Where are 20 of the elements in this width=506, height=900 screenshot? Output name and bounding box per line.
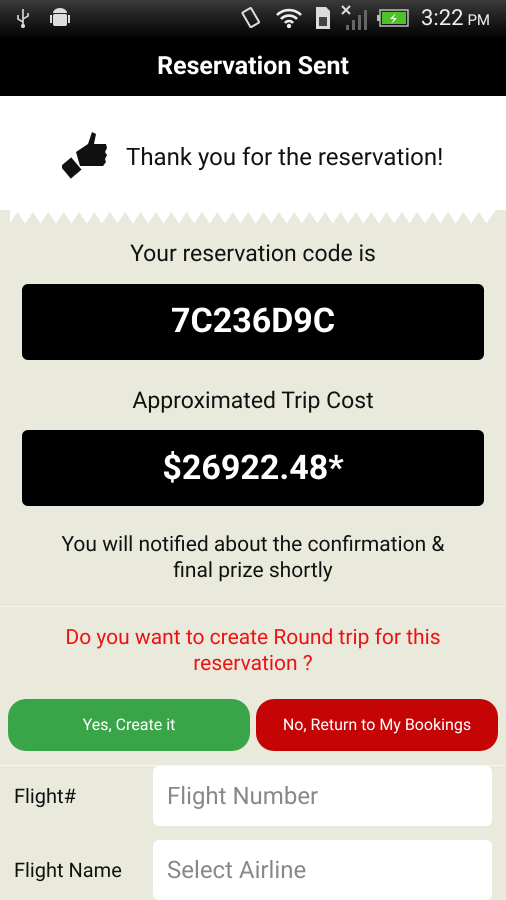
cancel-button[interactable]: No, Return to My Bookings <box>256 699 498 752</box>
input-field[interactable]: Select Airline <box>153 840 492 900</box>
confirm-button[interactable]: Yes, Create it <box>8 699 250 752</box>
input-field[interactable]: Flight Number <box>153 766 492 826</box>
notice-text: You will notified about the confirmation & final prize shortly <box>60 532 446 584</box>
page-title: Reservation Sent <box>157 50 349 83</box>
field-label: Flight# <box>14 782 77 810</box>
trip-cost: $26922.48* <box>22 430 484 506</box>
clock-period: PM <box>467 10 490 31</box>
reservation-code: 7C236D9C <box>22 284 484 360</box>
battery-icon <box>377 9 410 28</box>
no-signal-icon <box>341 5 370 32</box>
usb-icon <box>16 8 30 28</box>
cost-label: Approximated Trip Cost <box>132 386 374 416</box>
round-trip-question: Do you want to create Round trip for this reservation ? <box>64 625 442 678</box>
wifi-icon <box>275 7 304 30</box>
field-label: Flight Name <box>14 856 123 884</box>
clock-time: 3:22 <box>421 4 464 33</box>
thanks-message: Thank you for the reservation! <box>126 142 444 173</box>
code-label: Your reservation code is <box>130 239 376 270</box>
